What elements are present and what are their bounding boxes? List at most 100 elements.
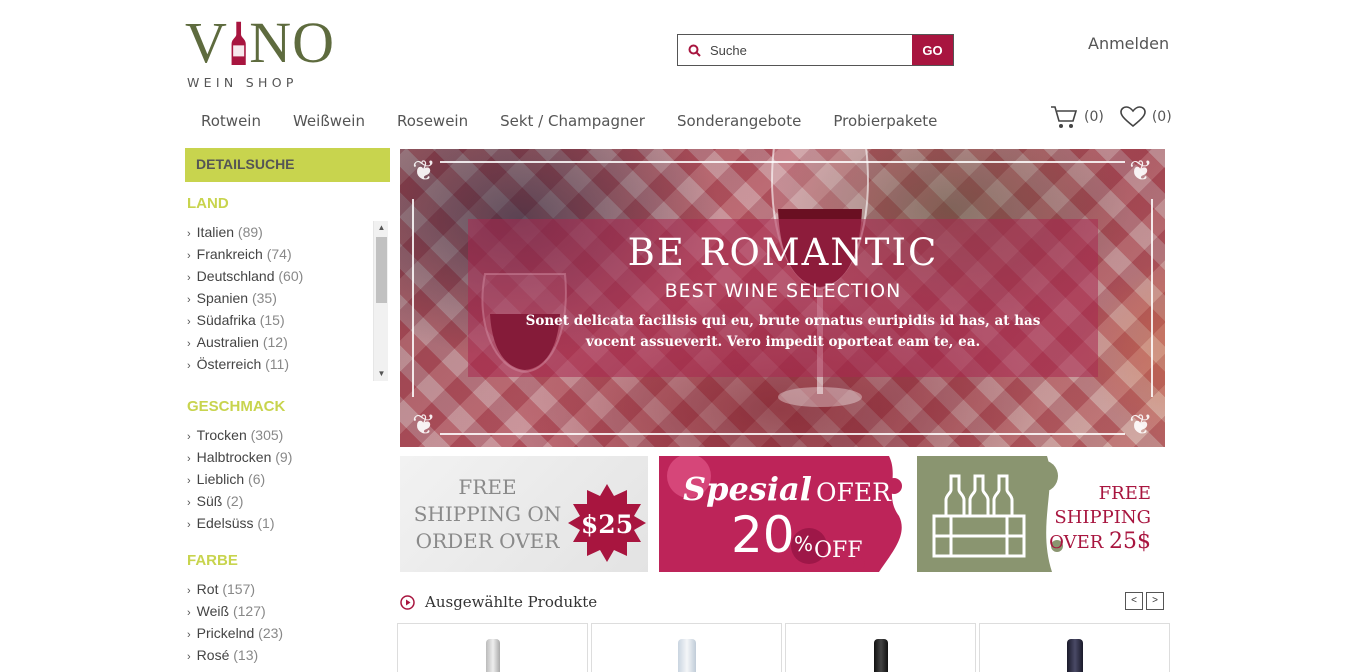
- filter-item-farbe[interactable]: › Weiß (127): [185, 600, 390, 622]
- promo-free-shipping-crate[interactable]: FREE SHIPPING OVER 25$: [917, 456, 1165, 572]
- filter-count: (15): [259, 312, 285, 328]
- filter-label: Spanien: [196, 290, 249, 306]
- search-icon[interactable]: [678, 35, 710, 65]
- filter-title-farbe: FARBE: [187, 552, 238, 569]
- scroll-up-icon[interactable]: ▲: [374, 221, 388, 235]
- ornament-icon: ❦: [412, 155, 436, 186]
- wishlist-count: (0): [1151, 109, 1172, 125]
- filter-item-farbe[interactable]: › Rosé (13): [185, 644, 390, 666]
- cart-link[interactable]: (0): [1050, 104, 1104, 130]
- hero-title: BE ROMANTIC: [627, 231, 939, 274]
- ornament-icon: ❦: [1129, 155, 1153, 186]
- filter-label: Prickelnd: [196, 625, 255, 641]
- filter-count: (35): [251, 290, 277, 306]
- nav-sonderangebote[interactable]: Sonderangebote: [661, 108, 817, 134]
- hero-text-panel: BE ROMANTIC BEST WINE SELECTION Sonet de…: [468, 219, 1098, 377]
- filter-count: (157): [222, 581, 256, 597]
- chevron-right-icon: ›: [187, 629, 191, 641]
- header-user-icons: (0) (0): [1050, 104, 1180, 130]
- hero-description: Sonet delicata facilisis qui eu, brute o…: [525, 313, 1041, 350]
- logo[interactable]: V NO WEIN SHOP: [185, 14, 335, 94]
- promo3-line4: 25$: [1109, 529, 1151, 554]
- filter-count: (9): [275, 449, 293, 465]
- product-card[interactable]: [591, 623, 782, 672]
- product-image: [873, 639, 888, 672]
- search-input[interactable]: [710, 35, 912, 65]
- hero-frame-right: [1151, 199, 1153, 397]
- product-card[interactable]: [979, 623, 1170, 672]
- promo2-script: Spesial: [683, 470, 812, 508]
- login-link[interactable]: Anmelden: [1088, 34, 1169, 53]
- filter-count: (89): [237, 224, 263, 240]
- filter-item-land[interactable]: › Deutschland (60): [185, 265, 388, 287]
- filter-item-land[interactable]: › Australien (12): [185, 331, 388, 353]
- wine-crate-icon: [932, 474, 1026, 558]
- filter-count: (11): [265, 356, 289, 372]
- filter-item-geschmack[interactable]: › Halbtrocken (9): [185, 446, 390, 468]
- logo-letters-no: NO: [249, 10, 335, 75]
- product-image: [677, 639, 696, 672]
- filter-title-land: LAND: [187, 195, 229, 212]
- search-go-button[interactable]: GO: [912, 35, 953, 65]
- featured-nav: < >: [1125, 592, 1164, 610]
- nav-probierpakete[interactable]: Probierpakete: [817, 108, 953, 134]
- cart-icon: [1051, 106, 1078, 128]
- filter-count: (6): [248, 471, 266, 487]
- scroll-thumb[interactable]: [376, 237, 387, 303]
- promo3-text-block: FREE SHIPPING OVER 25$: [1049, 482, 1151, 555]
- filter-count: (13): [233, 647, 259, 663]
- featured-section-header: Ausgewählte Produkte: [400, 593, 597, 611]
- chevron-right-icon: ›: [187, 294, 191, 306]
- product-image: [1066, 639, 1083, 672]
- product-card[interactable]: [397, 623, 588, 672]
- chevron-right-icon: ›: [187, 585, 191, 597]
- promo-free-shipping-25[interactable]: FREE SHIPPING ON ORDER OVER $25: [400, 456, 648, 572]
- filter-item-geschmack[interactable]: › Edelsüss (1): [185, 512, 390, 534]
- land-scrollbar[interactable]: ▲ ▼: [373, 221, 388, 381]
- filter-item-geschmack[interactable]: › Süß (2): [185, 490, 390, 512]
- nav-rotwein[interactable]: Rotwein: [185, 108, 277, 134]
- chevron-right-icon: ›: [187, 250, 191, 262]
- promo1-price: $25: [580, 510, 634, 539]
- filter-label: Deutschland: [196, 268, 275, 284]
- prev-arrow-button[interactable]: <: [1125, 592, 1143, 610]
- chevron-right-icon: ›: [187, 475, 191, 487]
- search-bar: GO: [677, 34, 954, 66]
- chevron-right-icon: ›: [187, 338, 191, 350]
- chevron-right-icon: ›: [187, 519, 191, 531]
- ornament-icon: ❦: [412, 409, 436, 440]
- filter-item-farbe[interactable]: › Prickelnd (23): [185, 622, 390, 644]
- nav-sekt-champagner[interactable]: Sekt / Champagner: [484, 108, 661, 134]
- promo-special-offer-20[interactable]: Spesial OFER 20 % OFF: [659, 456, 908, 572]
- filter-item-land[interactable]: › Frankreich (74): [185, 243, 388, 265]
- filter-label: Lieblich: [196, 471, 245, 487]
- promo2-ofer: OFER: [816, 478, 891, 507]
- filter-item-farbe[interactable]: › Rot (157): [185, 578, 390, 600]
- filter-label: Südafrika: [196, 312, 256, 328]
- filter-label: Trocken: [196, 427, 247, 443]
- ornament-icon: ❦: [1129, 409, 1153, 440]
- chevron-right-icon: ›: [187, 497, 191, 509]
- nav-rosewein[interactable]: Rosewein: [381, 108, 484, 134]
- hero-banner[interactable]: ❦ ❦ ❦ ❦ BE ROMANTIC BEST WINE SELECTION …: [400, 149, 1165, 447]
- wishlist-link[interactable]: (0): [1120, 106, 1172, 128]
- filter-item-land[interactable]: › Italien (89): [185, 221, 388, 243]
- filter-item-geschmack[interactable]: › Trocken (305): [185, 424, 390, 446]
- filter-count: (12): [262, 334, 288, 350]
- nav-weisswein[interactable]: Weißwein: [277, 108, 381, 134]
- promo2-percent: %: [794, 532, 814, 556]
- filter-item-land[interactable]: › Spanien (35): [185, 287, 388, 309]
- product-card[interactable]: [785, 623, 976, 672]
- scroll-down-icon[interactable]: ▼: [374, 367, 388, 381]
- play-circle-icon: [400, 594, 415, 610]
- land-scroll-list[interactable]: › Italien (89) › Frankreich (74) › Deutschlan…: [185, 221, 388, 381]
- filter-item-land[interactable]: › Österreich (11): [185, 353, 388, 375]
- filter-item-geschmack[interactable]: › Lieblich (6): [185, 468, 390, 490]
- next-arrow-button[interactable]: >: [1146, 592, 1164, 610]
- logo-subtitle: WEIN SHOP: [187, 75, 298, 90]
- promo1-text: FREE SHIPPING ON ORDER OVER: [413, 475, 562, 553]
- filter-item-land[interactable]: › Südafrika (15): [185, 309, 388, 331]
- chevron-right-icon: ›: [187, 431, 191, 443]
- filter-count: (127): [232, 603, 266, 619]
- land-list: › Italien (89) › Frankreich (74) › Deutschlan…: [185, 221, 388, 375]
